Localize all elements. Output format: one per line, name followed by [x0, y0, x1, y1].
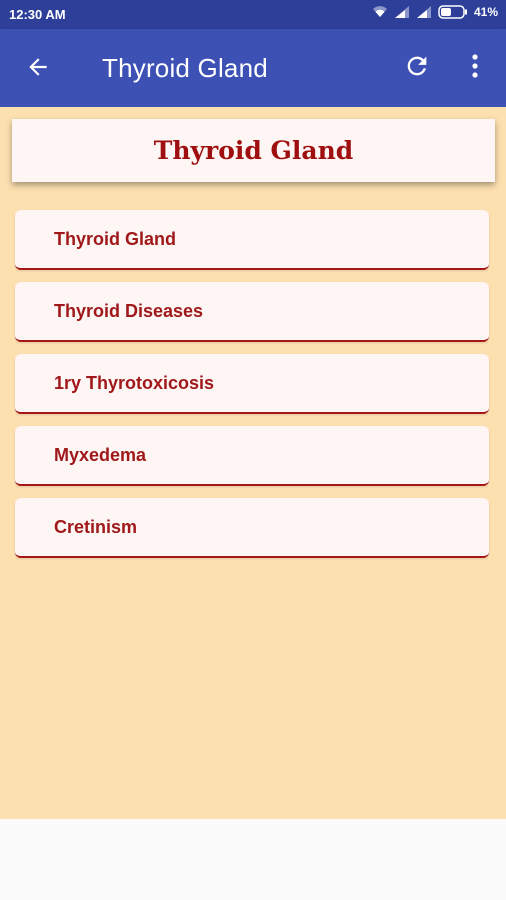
list-item-1ry-thyrotoxicosis[interactable]: 1ry Thyrotoxicosis — [15, 354, 489, 414]
list-item-cretinism[interactable]: Cretinism — [15, 498, 489, 558]
topic-list: Thyroid Gland Thyroid Diseases 1ry Thyro… — [15, 210, 489, 570]
signal-icon — [394, 5, 410, 19]
list-item-label: 1ry Thyrotoxicosis — [54, 372, 215, 393]
back-button[interactable] — [22, 53, 54, 85]
status-time: 12:30 AM — [9, 7, 66, 22]
wifi-icon — [372, 5, 388, 19]
list-item-label: Myxedema — [54, 444, 147, 465]
list-item-label: Thyroid Diseases — [54, 300, 204, 321]
app-bar: Thyroid Gland — [0, 29, 506, 107]
more-vert-icon — [471, 53, 479, 84]
refresh-button[interactable] — [400, 51, 434, 85]
header-card: Thyroid Gland — [12, 119, 495, 182]
refresh-icon — [403, 52, 431, 85]
app-bar-title: Thyroid Gland — [102, 53, 268, 83]
list-item-myxedema[interactable]: Myxedema — [15, 426, 489, 486]
list-item-thyroid-gland[interactable]: Thyroid Gland — [15, 210, 489, 270]
battery-percent: 41% — [473, 5, 498, 19]
status-bar: 12:30 AM 41% — [0, 0, 506, 29]
overflow-menu-button[interactable] — [460, 51, 490, 85]
list-item-label: Thyroid Gland — [54, 228, 177, 249]
page-heading: Thyroid Gland — [153, 136, 354, 165]
battery-icon — [438, 5, 468, 19]
signal-icon-2 — [416, 5, 432, 19]
status-icons: 41% — [372, 5, 498, 19]
list-item-thyroid-diseases[interactable]: Thyroid Diseases — [15, 282, 489, 342]
bottom-blank-area — [0, 819, 506, 900]
list-item-label: Cretinism — [54, 516, 138, 537]
arrow-left-icon — [25, 54, 51, 85]
content-area: Thyroid Gland Thyroid Gland Thyroid Dise… — [0, 107, 506, 819]
